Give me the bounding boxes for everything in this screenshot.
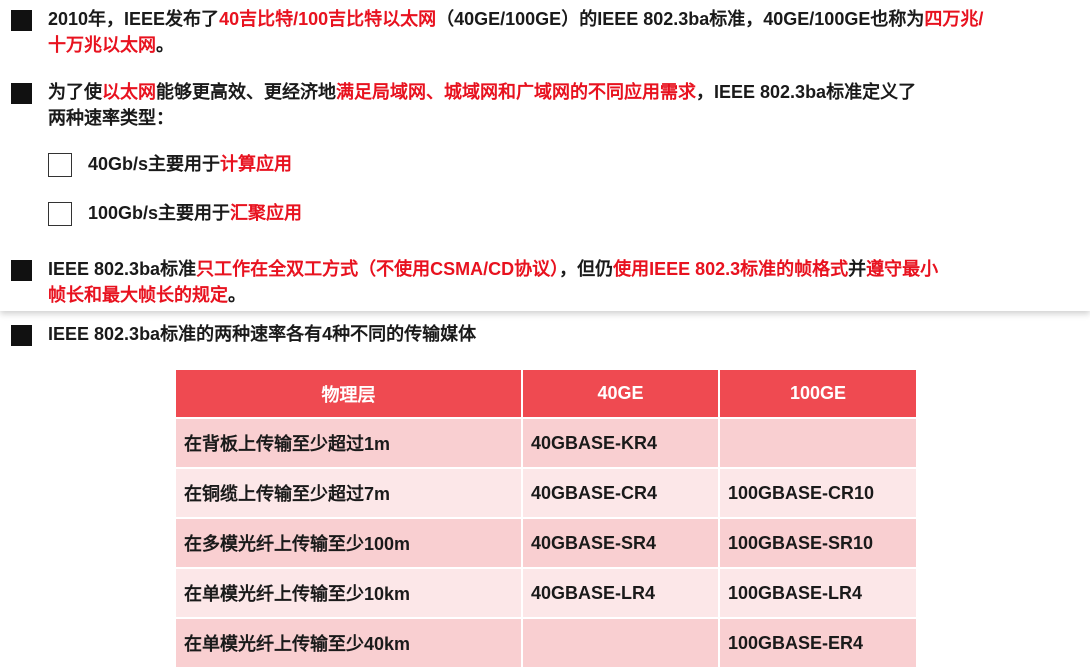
body-text: 。 — [228, 285, 246, 305]
cell-100ge: 100GBASE-ER4 — [720, 619, 918, 669]
body-text: IEEE 802.3ba标准的两种速率各有4种不同的传输媒体 — [48, 324, 477, 344]
table-row: 在单模光纤上传输至少40km 100GBASE-ER4 — [176, 619, 918, 669]
bullet-square-icon — [11, 83, 32, 104]
highlighted-text: 满足局域网、城域网和广域网的不同应用需求 — [336, 82, 696, 102]
body-text: 40Gb/s主要用于 — [88, 154, 221, 174]
checkbox-icon — [48, 153, 72, 177]
sub-item-text: 100Gb/s主要用于汇聚应用 — [88, 201, 302, 226]
table-row: 在背板上传输至少超过1m 40GBASE-KR4 — [176, 419, 918, 469]
cell-40ge — [523, 619, 720, 669]
highlighted-text: 计算应用 — [220, 154, 293, 174]
bullet-square-icon — [11, 260, 32, 281]
highlighted-text: 汇聚应用 — [230, 203, 303, 223]
cell-100ge: 100GBASE-SR10 — [720, 519, 918, 569]
header-100ge: 100GE — [720, 370, 918, 419]
bullet-square-icon — [11, 325, 32, 346]
bullet-text: IEEE 802.3ba标准的两种速率各有4种不同的传输媒体 — [48, 322, 1090, 347]
bullet-text-line1: 2010年，IEEE发布了40吉比特/100吉比特以太网（40GE/100GE）… — [48, 7, 1090, 32]
header-physical-layer: 物理层 — [176, 370, 523, 419]
body-text: 并 — [848, 259, 867, 279]
bullet-text-line2: 两种速率类型： — [48, 106, 1090, 131]
cell-physical-layer: 在背板上传输至少超过1m — [176, 419, 523, 469]
sub-item-text: 40Gb/s主要用于计算应用 — [88, 152, 292, 177]
highlighted-text: 使用IEEE 802.3标准的帧格式 — [613, 259, 849, 279]
body-text: 2010年，IEEE发布了 — [48, 9, 220, 29]
checkbox-icon — [48, 202, 72, 226]
bullet-text-line2: 帧长和最大帧长的规定。 — [48, 283, 1090, 308]
body-text: 100Gb/s主要用于 — [88, 203, 231, 223]
cell-40ge: 40GBASE-KR4 — [523, 419, 720, 469]
bullet-text-line1: 为了使以太网能够更高效、更经济地满足局域网、城域网和广域网的不同应用需求，IEE… — [48, 80, 1090, 105]
bullet-text-line2: 十万兆以太网。 — [48, 33, 1090, 58]
table-header-row: 物理层 40GE 100GE — [176, 370, 918, 419]
cell-physical-layer: 在单模光纤上传输至少40km — [176, 619, 523, 669]
body-text: 。 — [156, 35, 174, 55]
cell-100ge: 100GBASE-LR4 — [720, 569, 918, 619]
cell-40ge: 40GBASE-LR4 — [523, 569, 720, 619]
highlighted-text: 以太网 — [102, 82, 156, 102]
highlighted-text: 只工作在全双工方式（不使用CSMA/CD协议） — [196, 259, 560, 279]
table-row: 在多模光纤上传输至少100m 40GBASE-SR4 100GBASE-SR10 — [176, 519, 918, 569]
highlighted-text: 40吉比特/100吉比特以太网 — [219, 9, 437, 29]
cell-physical-layer: 在多模光纤上传输至少100m — [176, 519, 523, 569]
body-text: 两种速率类型： — [48, 108, 174, 128]
body-text: ，但仍 — [559, 259, 614, 279]
physical-layer-table: 物理层 40GE 100GE 在背板上传输至少超过1m 40GBASE-KR4 … — [176, 370, 918, 669]
bullet-text-line1: IEEE 802.3ba标准只工作在全双工方式（不使用CSMA/CD协议），但仍… — [48, 257, 1090, 282]
cell-100ge — [720, 419, 918, 469]
body-text: IEEE 802.3ba标准 — [48, 259, 197, 279]
body-text: （40GE/100GE）的IEEE 802.3ba标准，40GE/100GE也称… — [436, 9, 925, 29]
cell-physical-layer: 在单模光纤上传输至少10km — [176, 569, 523, 619]
body-text: ，IEEE 802.3ba标准定义了 — [696, 82, 917, 102]
bullet-square-icon — [11, 10, 32, 31]
highlighted-text: 四万兆/ — [924, 9, 984, 29]
cell-physical-layer: 在铜缆上传输至少超过7m — [176, 469, 523, 519]
cell-100ge: 100GBASE-CR10 — [720, 469, 918, 519]
cell-40ge: 40GBASE-SR4 — [523, 519, 720, 569]
highlighted-text: 十万兆以太网 — [48, 35, 156, 55]
body-text: 为了使 — [48, 82, 102, 102]
table-row: 在铜缆上传输至少超过7m 40GBASE-CR4 100GBASE-CR10 — [176, 469, 918, 519]
body-text: 能够更高效、更经济地 — [156, 82, 336, 102]
highlighted-text: 遵守最小 — [866, 259, 939, 279]
cell-40ge: 40GBASE-CR4 — [523, 469, 720, 519]
header-40ge: 40GE — [523, 370, 720, 419]
table-row: 在单模光纤上传输至少10km 40GBASE-LR4 100GBASE-LR4 — [176, 569, 918, 619]
highlighted-text: 帧长和最大帧长的规定 — [48, 285, 228, 305]
